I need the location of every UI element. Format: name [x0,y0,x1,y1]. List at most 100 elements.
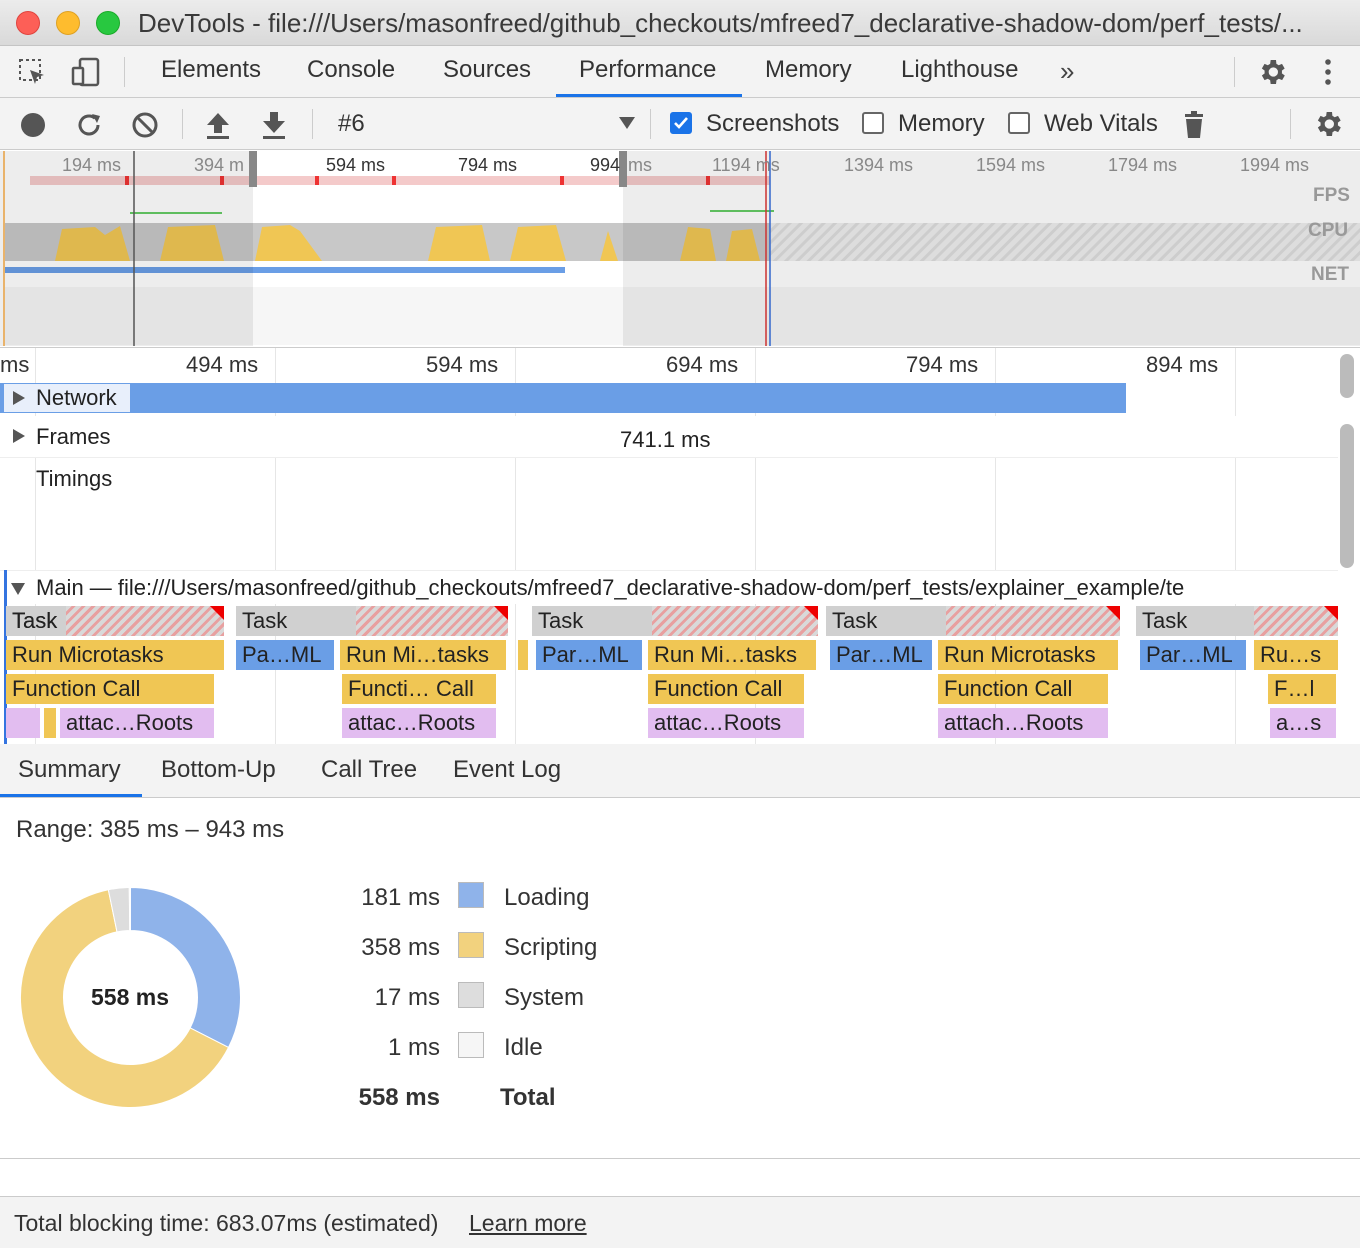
network-track-label: Network [36,385,117,410]
tab-lighthouse[interactable]: Lighthouse [901,56,1018,84]
network-track-bar[interactable] [0,383,1126,413]
tab-call-tree[interactable]: Call Tree [321,756,417,784]
scrollbar-thumb[interactable] [1340,424,1354,568]
flame-tick: 494 ms [186,352,259,377]
run-microtasks-block[interactable]: Run Microtasks [938,640,1118,670]
overview-tick: 1994 ms [1240,155,1310,175]
screenshots-label: Screenshots [706,110,840,137]
selected-tab-indicator [0,794,142,797]
loading-value: 181 ms [361,884,440,911]
performance-toolbar: #6 Screenshots Memory Web Vitals [0,98,1360,150]
function-call-block[interactable]: Function Call [938,674,1108,704]
tab-bottom-up[interactable]: Bottom-Up [161,756,276,784]
task-label: Task [12,608,58,633]
flame-tick: 794 ms [906,352,979,377]
device-toolbar-icon[interactable] [70,56,102,93]
status-footer: Total blocking time: 683.07ms (estimated… [0,1196,1360,1248]
overview-tick: ms [628,155,652,175]
close-window-button[interactable] [16,11,40,35]
minimize-window-button[interactable] [56,11,80,35]
system-swatch [458,982,484,1008]
function-call-block[interactable]: Function Call [648,674,804,704]
run-microtasks-block[interactable]: Ru…s [1254,640,1338,670]
load-profile-upload-icon[interactable] [204,110,232,145]
flame-chart[interactable]: ms 494 ms 594 ms 694 ms 794 ms 894 ms Ne… [0,347,1360,744]
run-microtasks-block[interactable]: Run Mi…tasks [648,640,816,670]
function-call-block[interactable]: Functi… Call [342,674,496,704]
expand-triangle-icon[interactable] [12,428,26,449]
total-blocking-time: Total blocking time: 683.07ms (estimated… [14,1210,439,1236]
expand-triangle-icon[interactable] [12,390,26,411]
window-title: DevTools - file:///Users/masonfreed/gith… [138,8,1303,38]
scrollbar-thumb[interactable] [1340,354,1354,398]
recording-select[interactable]: #6 [338,110,365,138]
parse-html-block[interactable]: Par…ML [830,640,932,670]
overview-tick: 994 [590,155,621,175]
inspect-element-icon[interactable] [18,58,48,93]
devtools-tab-bar: Elements Console Sources Performance Mem… [0,46,1360,98]
tab-memory[interactable]: Memory [765,56,852,84]
flame-tick: 694 ms [666,352,739,377]
total-label: Total [500,1084,556,1111]
flame-tick: ms [0,352,30,377]
flame-tick: 594 ms [426,352,499,377]
attach-roots-block[interactable]: attac…Roots [60,708,214,738]
learn-more-link[interactable]: Learn more [469,1210,587,1237]
collect-garbage-trash-icon[interactable] [1182,110,1206,145]
idle-label: Idle [504,1034,543,1061]
timings-track-label: Timings [36,466,113,491]
tab-performance[interactable]: Performance [579,56,716,84]
attach-roots-block[interactable]: attach…Roots [938,708,1108,738]
divider [312,109,313,139]
divider [1234,57,1235,87]
summary-range: Range: 385 ms – 943 ms [16,816,285,843]
timeline-overview[interactable]: 194 ms 394 m 594 ms 794 ms 994 ms 1194 m… [0,151,1360,346]
collapse-triangle-icon[interactable] [10,582,26,601]
tab-summary[interactable]: Summary [18,756,121,784]
overview-tick: 1794 ms [1108,155,1178,175]
memory-label: Memory [898,110,985,137]
attach-roots-block[interactable]: attac…Roots [648,708,804,738]
divider [182,109,183,139]
run-microtasks-block[interactable]: Run Microtasks [6,640,224,670]
tab-elements[interactable]: Elements [161,56,261,84]
tab-event-log[interactable]: Event Log [453,756,561,784]
reload-record-icon[interactable] [74,110,104,145]
memory-checkbox[interactable] [862,112,884,134]
details-tab-bar: Summary Bottom-Up Call Tree Event Log [0,744,1360,798]
system-label: System [504,984,585,1011]
screenshots-checkbox[interactable] [670,112,692,134]
zoom-window-button[interactable] [96,11,120,35]
net-label: NET [1311,264,1349,285]
loading-swatch [458,882,484,908]
attach-roots-block[interactable]: attac…Roots [342,708,496,738]
fps-label: FPS [1313,185,1350,206]
tab-console[interactable]: Console [307,56,395,84]
function-call-block[interactable]: Function Call [6,674,214,704]
divider [0,1158,1360,1159]
divider [650,109,651,139]
web-vitals-checkbox[interactable] [1008,112,1030,134]
donut-slice-idle [128,887,131,932]
dropdown-triangle-icon[interactable] [618,116,636,135]
run-microtasks-block[interactable]: Run Mi…tasks [340,640,506,670]
selected-tab-indicator [556,94,742,97]
overview-graph [0,151,1360,346]
capture-settings-gear-icon[interactable] [1312,108,1344,145]
parse-html-block[interactable]: Pa…ML [236,640,334,670]
tab-sources[interactable]: Sources [443,56,531,84]
save-profile-download-icon[interactable] [260,110,288,145]
more-options-icon[interactable] [1318,56,1338,93]
settings-gear-icon[interactable] [1256,56,1288,93]
clear-icon[interactable] [130,110,160,145]
parse-html-block[interactable]: Par…ML [1140,640,1246,670]
system-value: 17 ms [374,984,440,1011]
frame-duration: 741.1 ms [620,427,711,452]
donut-center-total: 558 ms [90,984,169,1010]
more-tabs-chevron-icon[interactable]: » [1060,56,1074,87]
parse-html-block[interactable]: Par…ML [536,640,642,670]
record-icon[interactable] [20,112,46,143]
function-call-block[interactable]: F…l [1268,674,1336,704]
attach-roots-block[interactable]: a…s [1270,708,1336,738]
overview-tick: 394 m [194,155,245,175]
